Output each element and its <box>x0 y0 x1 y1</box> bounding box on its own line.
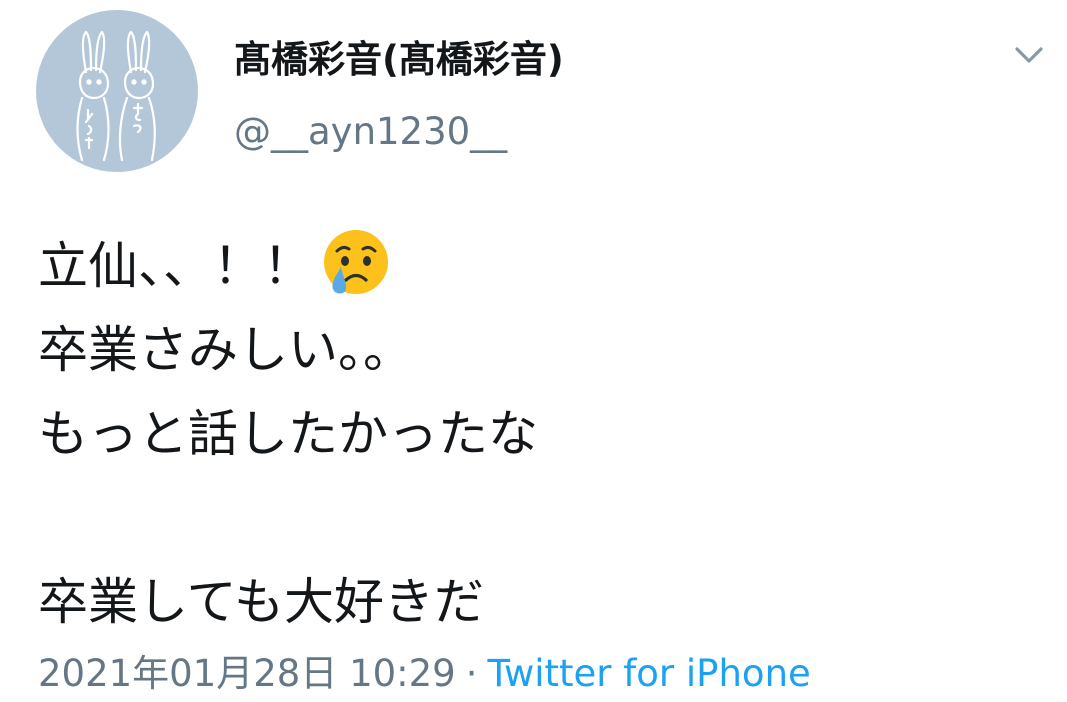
user-handle[interactable]: @__ayn1230__ <box>234 108 507 156</box>
rabbit-drawing-icon <box>76 30 156 162</box>
separator: · <box>465 652 478 695</box>
tweet-line <box>38 476 1048 560</box>
chevron-down-icon[interactable] <box>1010 40 1048 70</box>
tweet-line: もっと話したかったな <box>38 405 538 463</box>
crying-face-emoji-icon <box>321 227 391 297</box>
tweet-line: 卒業さみしい。。 <box>38 321 413 379</box>
avatar[interactable] <box>36 10 198 172</box>
timestamp[interactable]: 2021年01月28日 10:29 <box>38 652 456 695</box>
display-name[interactable]: 髙橋彩音(髙橋彩音) <box>234 36 564 84</box>
tweet-line: 立仙、、！！ <box>38 224 1048 308</box>
tweet-text: 立仙、、！！ 卒業さみしい。。 もっと話したかったな 卒業しても大好きだ <box>38 224 1048 644</box>
tweet-meta: 2021年01月28日 10:29 · Twitter for iPhone <box>38 650 811 698</box>
source-link[interactable]: Twitter for iPhone <box>487 652 810 695</box>
tweet-line: 卒業しても大好きだ <box>38 573 484 631</box>
